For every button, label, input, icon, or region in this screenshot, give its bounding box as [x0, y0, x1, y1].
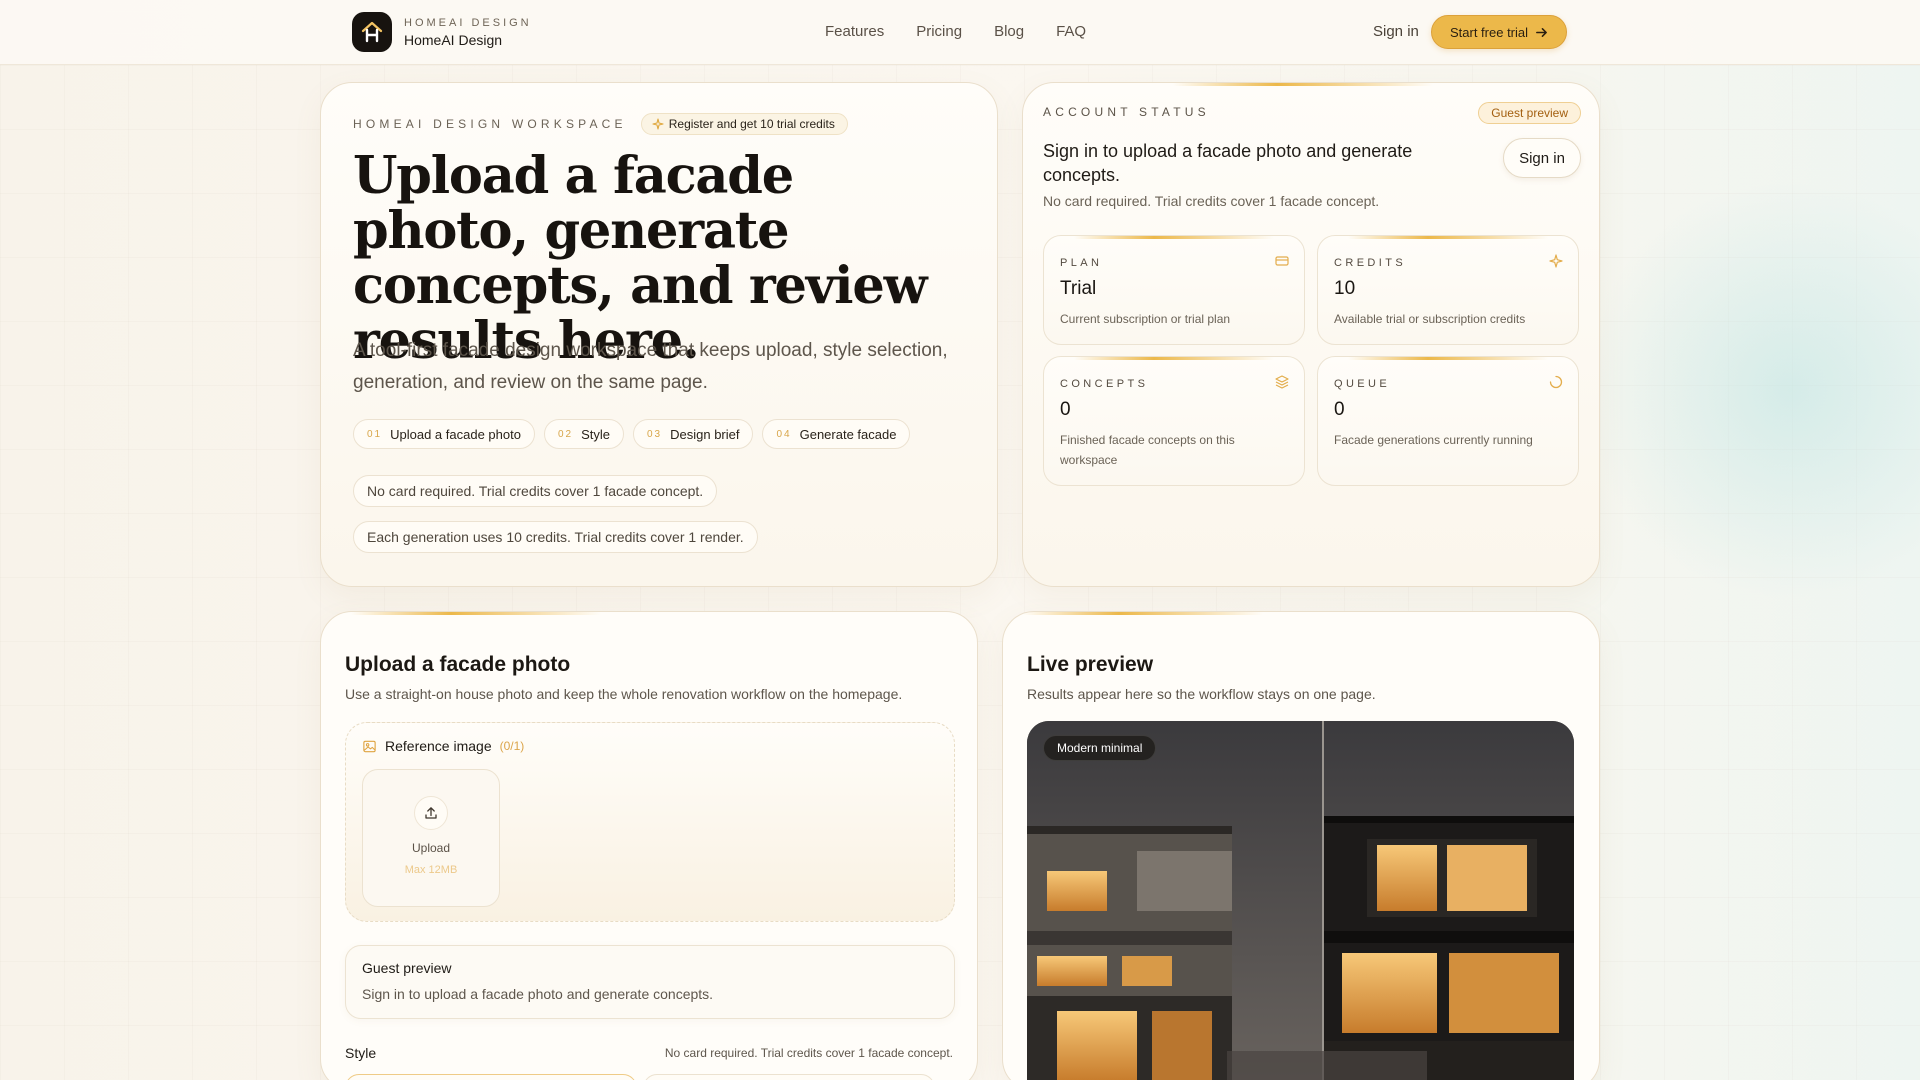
stat-value: Trial — [1060, 278, 1097, 299]
upload-tile[interactable]: Upload Max 12MB — [362, 769, 500, 907]
reference-image-label: Reference image — [385, 738, 492, 754]
before-after-preview-image[interactable]: Modern minimal — [1027, 721, 1574, 1080]
stat-value: 10 — [1334, 278, 1356, 299]
brand-name: HomeAI Design — [404, 31, 503, 48]
reference-image-count: (0/1) — [499, 739, 525, 753]
step-number: 04 — [776, 428, 792, 440]
stat-credits: CREDITS 10 Available trial or subscripti… — [1317, 235, 1579, 345]
account-signin-button[interactable]: Sign in — [1503, 138, 1581, 178]
stat-description: Finished facade concepts on this workspa… — [1060, 433, 1235, 467]
start-free-trial-button[interactable]: Start free trial — [1431, 15, 1567, 49]
stat-value: 0 — [1334, 399, 1345, 420]
hero-eyebrow: HOMEAI DESIGN WORKSPACE — [353, 117, 627, 131]
stat-label: QUEUE — [1334, 378, 1391, 390]
step-style[interactable]: 02 Style — [543, 419, 624, 449]
image-icon — [363, 740, 376, 752]
style-tag: Modern minimal — [1043, 735, 1157, 761]
hero-card: HOMEAI DESIGN WORKSPACE Register and get… — [320, 82, 998, 587]
account-subtitle: No card required. Trial credits cover 1 … — [1043, 193, 1380, 209]
nav-pricing[interactable]: Pricing — [916, 23, 962, 40]
house-logo-icon — [352, 12, 392, 52]
stat-queue: QUEUE 0 Facade generations currently run… — [1317, 356, 1579, 486]
stat-label: PLAN — [1060, 257, 1103, 269]
main-nav: Features Pricing Blog FAQ — [825, 23, 1086, 40]
upload-label: Upload — [411, 841, 451, 855]
layers-icon — [1275, 375, 1289, 389]
step-label: Style — [581, 426, 610, 442]
stat-description: Available trial or subscription credits — [1334, 312, 1526, 326]
trial-credits-text: Register and get 10 trial credits — [668, 117, 835, 131]
account-title: Sign in to upload a facade photo and gen… — [1043, 141, 1413, 185]
step-generate[interactable]: 04 Generate facade — [762, 419, 911, 449]
account-eyebrow: ACCOUNT STATUS — [1043, 105, 1210, 119]
style-option[interactable] — [643, 1074, 935, 1080]
brand-kicker: HOMEAI DESIGN — [404, 16, 532, 29]
nav-faq[interactable]: FAQ — [1056, 23, 1086, 40]
upload-title: Upload a facade photo — [345, 653, 571, 676]
workflow-steps: 01 Upload a facade photo 02 Style 03 Des… — [353, 419, 911, 449]
step-design-brief[interactable]: 03 Design brief — [632, 419, 754, 449]
card-icon — [1275, 256, 1289, 266]
brand[interactable]: HOMEAI DESIGN HomeAI Design — [352, 12, 532, 52]
step-label: Generate facade — [799, 426, 897, 442]
preview-subtitle: Results appear here so the workflow stay… — [1027, 686, 1376, 702]
top-navigation-bar: HOMEAI DESIGN HomeAI Design Features Pri… — [0, 0, 1920, 65]
preview-title: Live preview — [1027, 653, 1154, 676]
upload-max-size: Max 12MB — [404, 864, 458, 876]
sparkle-icon — [1549, 254, 1563, 268]
step-label: Design brief — [670, 426, 740, 442]
stat-label: CREDITS — [1334, 257, 1407, 269]
hero-description: A tool-first facade design workspace tha… — [353, 340, 948, 393]
stat-value: 0 — [1060, 399, 1071, 420]
stat-description: Facade generations currently running — [1334, 433, 1533, 447]
guest-preview-notice: Guest preview Sign in to upload a facade… — [345, 945, 955, 1019]
header-signin-link[interactable]: Sign in — [1373, 23, 1419, 40]
step-number: 03 — [646, 428, 663, 440]
credits-usage-note: Each generation uses 10 credits. Trial c… — [353, 521, 758, 553]
step-upload[interactable]: 01 Upload a facade photo — [353, 419, 535, 449]
trial-credits-pill: Register and get 10 trial credits — [640, 113, 848, 135]
arrow-right-icon — [1536, 27, 1547, 37]
step-number: 01 — [367, 428, 383, 440]
nav-blog[interactable]: Blog — [994, 23, 1024, 40]
upload-card: Upload a facade photo Use a straight-on … — [320, 611, 978, 1080]
start-free-trial-label: Start free trial — [1449, 24, 1529, 40]
stat-plan: PLAN Trial Current subscription or trial… — [1043, 235, 1305, 345]
stat-description: Current subscription or trial plan — [1060, 312, 1231, 326]
style-label: Style — [345, 1045, 377, 1061]
stat-label: CONCEPTS — [1060, 378, 1149, 390]
step-label: Upload a facade photo — [390, 426, 521, 442]
guest-preview-subtitle: Sign in to upload a facade photo and gen… — [362, 986, 714, 1002]
no-card-note: No card required. Trial credits cover 1 … — [353, 475, 718, 507]
style-note: No card required. Trial credits cover 1 … — [664, 1046, 953, 1060]
nav-features[interactable]: Features — [825, 23, 884, 40]
reference-image-dropzone[interactable]: Reference image (0/1) Upload Max 12MB — [345, 722, 955, 922]
guest-preview-badge: Guest preview — [1478, 102, 1581, 124]
guest-preview-title: Guest preview — [362, 960, 452, 976]
sparkle-icon — [652, 118, 664, 130]
style-option-selected[interactable] — [345, 1074, 637, 1080]
stat-concepts: CONCEPTS 0 Finished facade concepts on t… — [1043, 356, 1305, 486]
step-number: 02 — [557, 428, 574, 440]
account-status-card: ACCOUNT STATUS Guest preview Sign in to … — [1022, 82, 1600, 587]
upload-subtitle: Use a straight-on house photo and keep t… — [345, 686, 903, 702]
upload-icon — [414, 796, 448, 830]
live-preview-card: Live preview Results appear here so the … — [1002, 611, 1600, 1080]
loader-icon — [1549, 375, 1563, 389]
